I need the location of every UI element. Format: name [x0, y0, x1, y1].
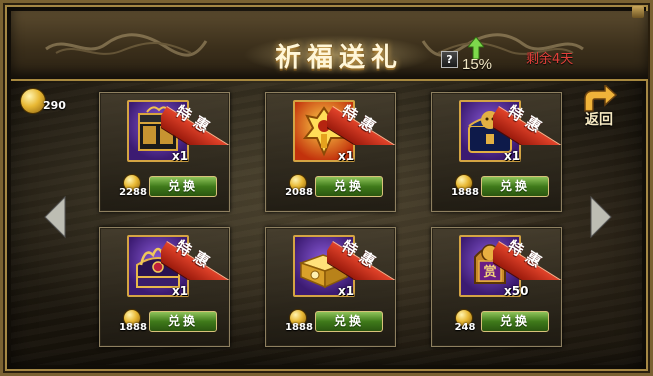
item-quantity: x1: [172, 284, 189, 298]
offer-ribbon: 特惠: [327, 226, 397, 280]
item-card: 特惠 x1 2288 兑换: [99, 91, 231, 212]
item-card: 特惠 x1 1888 兑换: [431, 91, 563, 212]
back-button[interactable]: 返回: [569, 85, 627, 133]
item-quantity: x1: [172, 149, 189, 163]
item-card: 特惠 x1 2088 兑换: [265, 91, 397, 212]
item-quantity: x50: [504, 284, 529, 298]
item-quantity: x1: [504, 149, 521, 163]
exchange-button[interactable]: 兑换: [149, 311, 217, 332]
exchange-button[interactable]: 兑换: [149, 176, 217, 197]
close-icon[interactable]: [632, 6, 644, 18]
gold-balance-value: 290: [43, 99, 66, 112]
gold-balance: 290: [21, 89, 81, 115]
buy-row: 1888 兑换: [282, 310, 392, 334]
event-window: 祈福送礼 ? 15% 剩余4天 290 返回 特惠 x1 2288 兑换 特惠 …: [0, 0, 653, 376]
chevron-right-icon[interactable]: [589, 195, 613, 239]
page-title: 祈福送礼: [274, 43, 403, 73]
item-price: 1888: [451, 187, 479, 198]
item-card: 特惠 x1 1888 兑换: [265, 226, 397, 347]
item-price: 248: [454, 322, 476, 333]
item-price: 1888: [285, 322, 313, 333]
buy-row: 248 兑换: [448, 310, 558, 334]
buy-row: 2088 兑换: [282, 175, 392, 199]
dragon-ornament-icon: [45, 33, 208, 57]
buy-row: 1888 兑换: [448, 175, 558, 199]
offer-ribbon: 特惠: [493, 226, 563, 280]
item-quantity: x1: [338, 284, 355, 298]
exchange-button[interactable]: 兑换: [315, 311, 383, 332]
days-remaining: 剩余4天: [526, 52, 574, 67]
offer-ribbon: 特惠: [327, 91, 397, 145]
gold-coin-icon: [21, 89, 45, 113]
offer-ribbon: 特惠: [161, 226, 231, 280]
item-card: 赏 特惠 x50 248 兑换: [431, 226, 563, 347]
exchange-button[interactable]: 兑换: [315, 176, 383, 197]
item-price: 2088: [285, 187, 313, 198]
chevron-left-icon[interactable]: [43, 195, 67, 239]
exchange-button[interactable]: 兑换: [481, 311, 549, 332]
item-price: 1888: [119, 322, 147, 333]
item-quantity: x1: [338, 149, 355, 163]
bonus-percent: 15%: [462, 56, 493, 73]
item-price: 2288: [119, 187, 147, 198]
offer-ribbon: 特惠: [161, 91, 231, 145]
offer-ribbon: 特惠: [493, 91, 563, 145]
buy-row: 1888 兑换: [116, 310, 226, 334]
back-label: 返回: [585, 112, 613, 128]
help-button[interactable]: ?: [441, 51, 458, 68]
exchange-button[interactable]: 兑换: [481, 176, 549, 197]
buy-row: 2288 兑换: [116, 175, 226, 199]
header-banner: 祈福送礼 ? 15% 剩余4天: [11, 11, 648, 81]
item-card: 特惠 x1 1888 兑换: [99, 226, 231, 347]
